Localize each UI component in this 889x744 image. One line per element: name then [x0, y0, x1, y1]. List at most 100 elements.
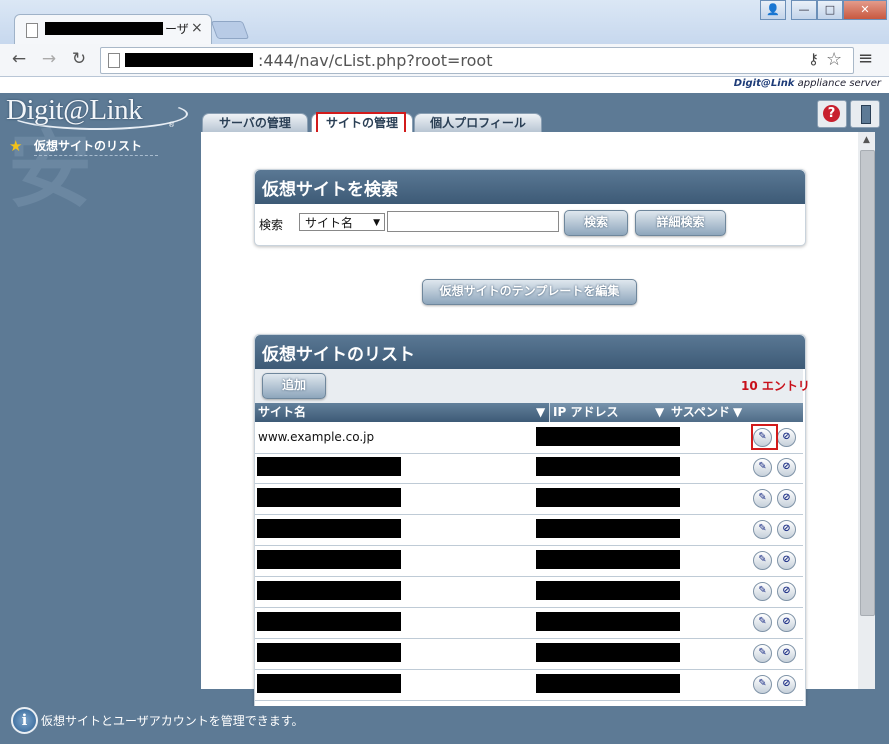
appliance-brand: Digit@Link	[733, 78, 795, 89]
table-row: ✎ ⊘	[255, 515, 803, 546]
tab-title-suffix: ーザ	[165, 22, 189, 36]
sort-arrow-icon[interactable]: ▼	[655, 404, 664, 421]
sort-arrow-icon[interactable]: ▼	[733, 404, 742, 421]
logo-registered: ®	[168, 121, 175, 129]
edit-pencil-icon[interactable]: ✎	[753, 458, 772, 477]
ip-address-redacted	[536, 519, 680, 538]
suspend-icon[interactable]: ⊘	[777, 428, 796, 447]
tab-title-redacted	[45, 22, 163, 35]
close-window-button[interactable]: ✕	[843, 0, 887, 20]
tab-personal-profile[interactable]: 個人プロフィール	[414, 113, 542, 133]
bookmark-star-icon[interactable]: ☆	[826, 49, 842, 70]
column-header-suspend[interactable]: サスペンド	[671, 404, 730, 421]
star-icon: ★	[9, 137, 23, 155]
column-header-site-name[interactable]: サイト名	[258, 404, 306, 421]
maximize-button[interactable]: □	[817, 0, 843, 20]
address-bar[interactable]: :444/nav/cList.php?root=root ⚷ ☆	[100, 47, 854, 74]
forward-arrow-icon[interactable]: →	[38, 48, 60, 70]
scrollbar-thumb[interactable]	[860, 150, 875, 616]
appliance-label: Digit@Link appliance server	[734, 78, 881, 89]
suspend-icon[interactable]: ⊘	[777, 458, 796, 477]
sort-arrow-icon[interactable]: ▼	[536, 404, 545, 421]
logout-door-icon	[861, 105, 871, 124]
list-toolbar	[255, 369, 803, 403]
search-button[interactable]: 検索	[564, 210, 628, 236]
ip-address-redacted	[536, 550, 680, 569]
suspend-icon[interactable]: ⊘	[777, 520, 796, 539]
suspend-icon[interactable]: ⊘	[777, 675, 796, 694]
appliance-text: appliance server	[797, 78, 881, 89]
site-name-redacted	[257, 519, 401, 538]
sidebar-item-site-list[interactable]: 仮想サイトのリスト	[34, 137, 142, 154]
site-name-redacted	[257, 674, 401, 693]
table-row: ✎ ⊘	[255, 639, 803, 670]
menu-icon[interactable]: ≡	[858, 48, 873, 69]
table-row: www.example.co.jp ✎ ⊘	[255, 423, 803, 454]
url-text: :444/nav/cList.php?root=root	[258, 51, 493, 70]
edit-pencil-icon[interactable]: ✎	[753, 613, 772, 632]
entries-count: 10 エントリ	[741, 379, 810, 393]
ip-address-redacted	[536, 612, 680, 631]
ip-address-redacted	[536, 643, 680, 662]
url-host-redacted	[125, 53, 253, 67]
tab-server-management[interactable]: サーバの管理	[202, 113, 308, 133]
suspend-icon[interactable]: ⊘	[777, 489, 796, 508]
minimize-button[interactable]: —	[791, 0, 817, 20]
suspend-icon[interactable]: ⊘	[777, 551, 796, 570]
ip-address-redacted	[536, 581, 680, 600]
ip-address-redacted	[536, 674, 680, 693]
info-icon: i	[11, 707, 38, 734]
edit-pencil-icon[interactable]: ✎	[753, 675, 772, 694]
tab-close-icon[interactable]: ×	[191, 20, 203, 36]
logout-button[interactable]	[850, 100, 880, 128]
site-name-redacted	[257, 643, 401, 662]
table-row: ✎ ⊘	[255, 577, 803, 608]
site-name-redacted	[257, 612, 401, 631]
table-row: ✎ ⊘	[255, 670, 803, 701]
search-label: 検索	[259, 218, 284, 232]
suspend-icon[interactable]: ⊘	[777, 644, 796, 663]
edit-pencil-icon[interactable]: ✎	[753, 520, 772, 539]
edit-pencil-icon[interactable]: ✎	[753, 582, 772, 601]
user-profile-icon[interactable]: 👤	[760, 0, 786, 20]
site-name-redacted	[257, 581, 401, 600]
site-name-redacted	[257, 488, 401, 507]
back-arrow-icon[interactable]: ←	[8, 48, 30, 70]
site-list-title: 仮想サイトのリスト	[255, 335, 805, 369]
add-button[interactable]: 追加	[262, 373, 326, 399]
key-icon[interactable]: ⚷	[808, 50, 819, 68]
search-panel-title: 仮想サイトを検索	[255, 170, 805, 204]
table-row: ✎ ⊘	[255, 608, 803, 639]
table-row: ✎ ⊘	[255, 546, 803, 577]
appliance-bar: Digit@Link appliance server	[0, 77, 889, 93]
ip-address-redacted	[536, 457, 680, 476]
edit-pencil-icon[interactable]: ✎	[753, 644, 772, 663]
ip-address-redacted	[536, 427, 680, 446]
site-name-redacted	[257, 550, 401, 569]
digitalink-logo: Digit@Link	[6, 94, 143, 126]
page-icon	[26, 23, 38, 38]
edit-pencil-icon[interactable]: ✎	[753, 489, 772, 508]
page-icon	[108, 53, 120, 68]
dropdown-arrow-icon: ▼	[373, 218, 380, 228]
help-icon: ?	[823, 105, 840, 122]
edit-template-button[interactable]: 仮想サイトのテンプレートを編集	[422, 279, 637, 305]
sidebar-divider	[34, 155, 158, 156]
ip-address-redacted	[536, 488, 680, 507]
search-field-select[interactable]: サイト名 ▼	[299, 213, 385, 231]
site-name-redacted	[257, 457, 401, 476]
help-button[interactable]: ?	[817, 100, 847, 128]
reload-icon[interactable]: ↻	[68, 48, 90, 70]
site-name-cell: www.example.co.jp	[258, 430, 375, 444]
browser-tab[interactable]: ーザ ×	[14, 14, 212, 45]
scroll-up-arrow-icon[interactable]: ▲	[858, 132, 875, 148]
new-tab-button[interactable]	[210, 21, 250, 39]
table-row: ✎ ⊘	[255, 453, 803, 484]
search-input[interactable]	[387, 211, 559, 232]
column-header-ip-address[interactable]: IP アドレス	[553, 404, 618, 421]
advanced-search-button[interactable]: 詳細検索	[635, 210, 726, 236]
edit-pencil-icon[interactable]: ✎	[753, 551, 772, 570]
table-row: ✎ ⊘	[255, 484, 803, 515]
suspend-icon[interactable]: ⊘	[777, 582, 796, 601]
suspend-icon[interactable]: ⊘	[777, 613, 796, 632]
